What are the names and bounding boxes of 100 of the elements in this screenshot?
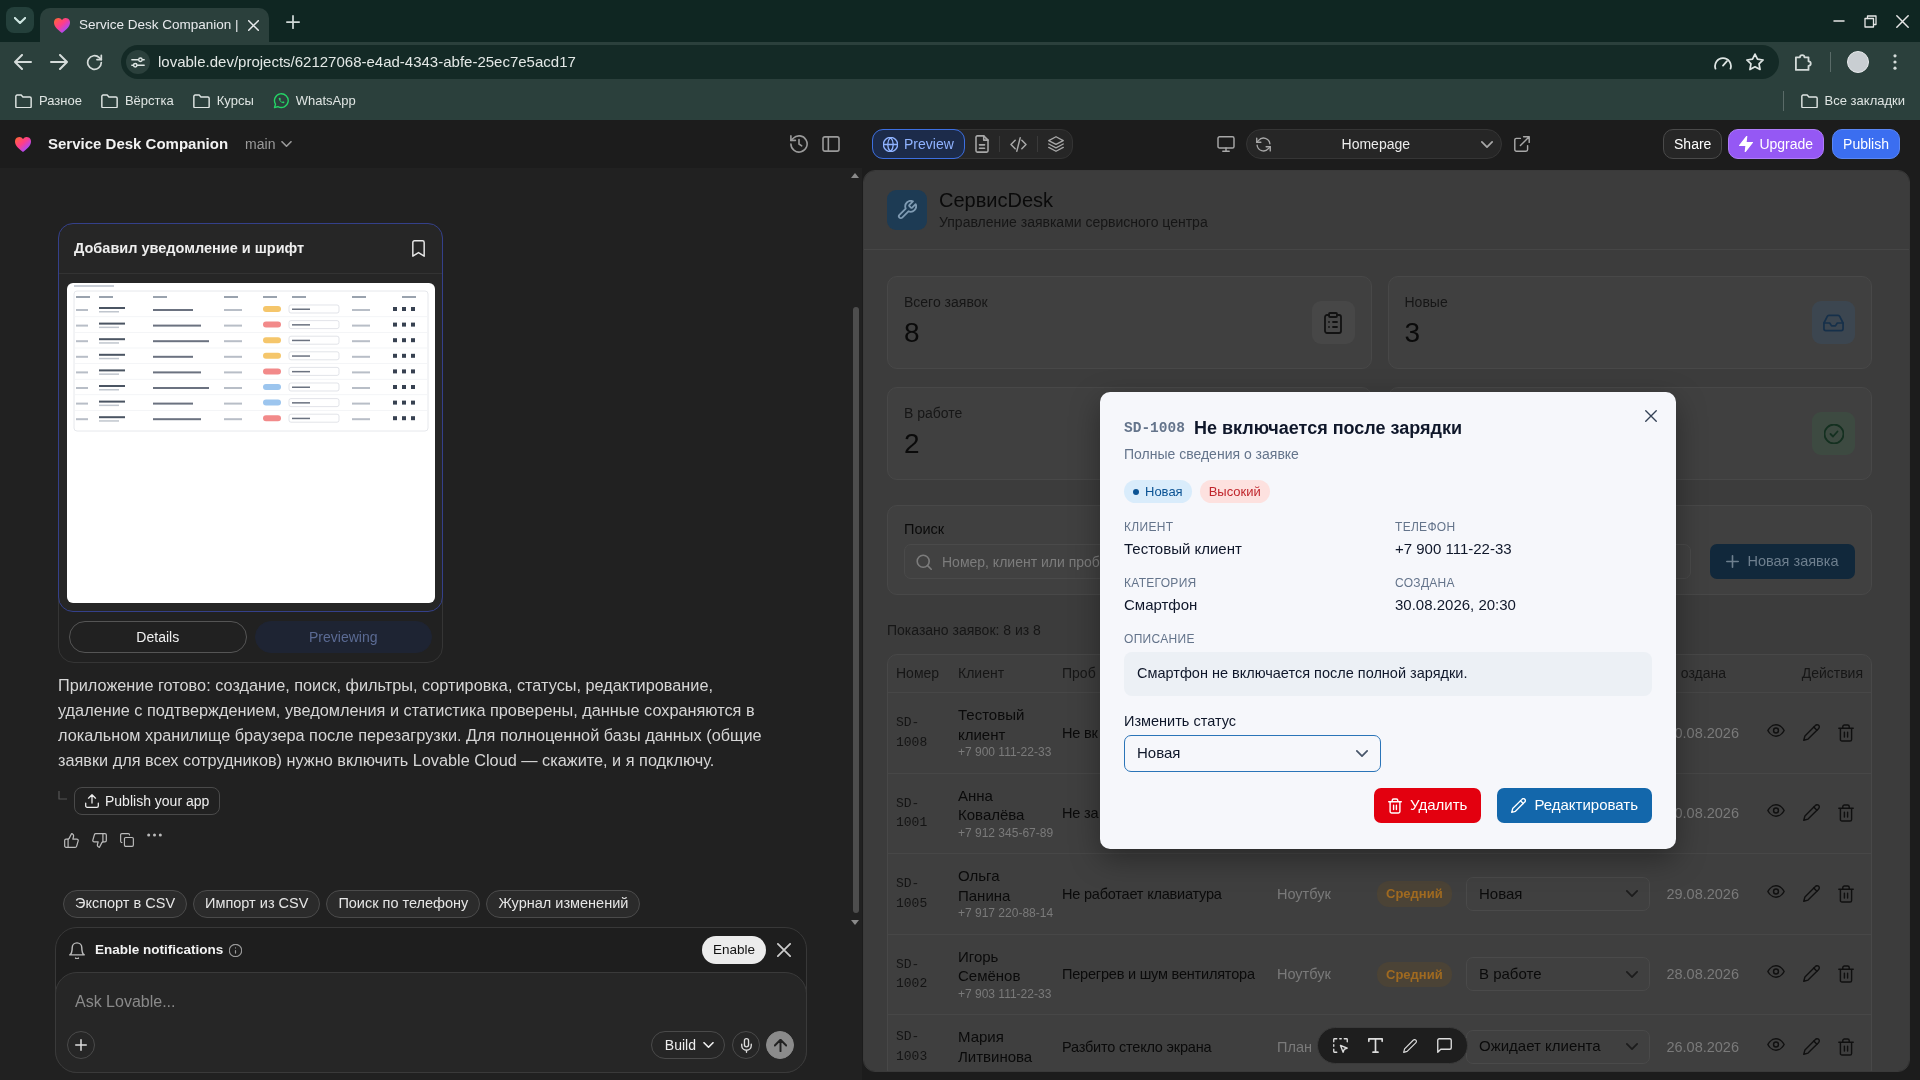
version-title: Добавил уведомление и шрифт — [74, 238, 305, 258]
bookmark-item[interactable]: Курсы — [192, 91, 254, 111]
version-preview-card[interactable]: Добавил уведомление и шрифт — [58, 223, 443, 612]
chat-bubble-icon — [272, 93, 289, 109]
project-name[interactable]: Service Desk Companion — [48, 132, 229, 156]
scroll-up-arrow-icon[interactable] — [851, 173, 859, 178]
suggestion-chip[interactable]: Журнал изменений — [486, 890, 641, 918]
wrench-icon — [887, 190, 927, 230]
date-text: 0.08.2026 — [1674, 805, 1739, 822]
reload-icon[interactable] — [86, 53, 103, 71]
share-button[interactable]: Share — [1663, 129, 1723, 159]
browser-tab[interactable]: Service Desk Companion | — [40, 8, 269, 42]
folder-icon — [100, 94, 118, 108]
upgrade-button[interactable]: Upgrade — [1728, 129, 1825, 159]
priority-badge: Средний — [1377, 881, 1452, 907]
bookmark-item[interactable]: Вёрстка — [100, 91, 174, 111]
enable-button[interactable]: Enable — [701, 936, 766, 964]
edit-button[interactable]: Редактировать — [1497, 788, 1652, 823]
external-link-icon[interactable] — [1513, 136, 1530, 152]
assistant-message: Приложение готово: создание, поиск, фильтры, сортировка, статусы, редактирование, удаление с подтверждением, уведомления и статистика проверены, данные сохраняются в локальном хранилище браузера после перезагрузки. Для полноценной базы данных (общие заявки для всех сотрудников) нужно включить Lovable Cloud — скажите, и я подключу. — [58, 675, 763, 771]
inbox-icon — [1812, 301, 1855, 344]
date-text: 0.08.2026 — [1674, 724, 1739, 741]
category-text: Ноутбук — [1277, 885, 1331, 902]
branch-dropdown[interactable]: main — [245, 133, 293, 155]
lovable-logo-icon[interactable] — [15, 136, 31, 152]
address-bar[interactable]: lovable.dev/projects/62127068-e4ad-4343-abfe-25ec7e5acd17 — [121, 45, 1779, 79]
more-icon[interactable] — [1893, 54, 1897, 70]
left-arrow-icon[interactable] — [14, 54, 32, 70]
plus-icon — [1726, 555, 1740, 568]
field-value: +7 900 111-22-33 — [1395, 539, 1513, 559]
field-value: 30.08.2026, 20:30 — [1395, 595, 1517, 615]
description-box: Смартфон не включается после полной зарядки. — [1124, 652, 1652, 696]
message-input[interactable]: Ask Lovable... — [75, 989, 755, 1015]
status-select[interactable]: Новая — [1124, 735, 1381, 772]
notification-text: Enable notifications — [95, 940, 224, 959]
field-label: ОПИСАНИЕ — [1124, 631, 1196, 648]
chevron-down-icon — [1480, 140, 1493, 148]
new-tab-icon[interactable] — [286, 15, 300, 29]
chevron-down-icon — [14, 16, 26, 24]
suggestion-chip[interactable]: Поиск по телефону — [326, 890, 481, 918]
page-dropdown[interactable]: Homepage — [1245, 129, 1502, 159]
history-icon[interactable] — [790, 135, 808, 153]
field-value: Смартфон — [1124, 595, 1199, 615]
ticket-number: SD-1008 — [1124, 419, 1185, 438]
priority-badge: Высокий — [1199, 480, 1270, 503]
status-label: Изменить статус — [1124, 712, 1238, 731]
delete-button[interactable]: Удалить — [1374, 788, 1482, 823]
preview-tab[interactable]: Preview — [872, 129, 965, 159]
globe-icon — [883, 136, 898, 152]
info-icon[interactable] — [229, 943, 243, 957]
trash-icon — [1388, 797, 1403, 814]
text-icon[interactable] — [1368, 1038, 1383, 1053]
suggestion-chip[interactable]: Импорт из CSV — [193, 890, 321, 918]
select-icon[interactable] — [1333, 1038, 1348, 1053]
favicon-icon — [54, 17, 70, 33]
sidebar-icon[interactable] — [822, 136, 840, 152]
pen-icon[interactable] — [1403, 1038, 1417, 1053]
publish-app-button[interactable]: Publish your app — [74, 787, 221, 815]
gauge-icon[interactable] — [1714, 54, 1732, 70]
folder-icon — [15, 94, 32, 108]
bookmark-item[interactable]: WhatsApp — [272, 91, 356, 111]
publish-button[interactable]: Publish — [1832, 129, 1900, 159]
restore-icon[interactable] — [1864, 14, 1877, 28]
sliders-icon[interactable] — [126, 50, 150, 74]
more-icon[interactable] — [147, 833, 162, 837]
priority-badge: Средний — [1377, 961, 1452, 987]
category-text: Ноутбук — [1277, 966, 1331, 983]
copy-icon[interactable] — [120, 833, 134, 847]
layers-icon[interactable] — [1047, 136, 1064, 152]
monitor-icon[interactable] — [1216, 136, 1235, 152]
chevron-down-icon — [1356, 750, 1368, 757]
bookmark-item[interactable]: Разное — [15, 91, 82, 111]
tab-list-button[interactable] — [6, 7, 34, 33]
refresh-icon[interactable] — [1255, 136, 1271, 152]
all-bookmarks-item[interactable]: Все закладки — [1800, 91, 1905, 111]
lightning-icon — [1739, 136, 1754, 152]
status-text: Новая — [1145, 482, 1183, 501]
puzzle-icon[interactable] — [1795, 53, 1813, 71]
field-label: СОЗДАНА — [1395, 575, 1456, 592]
scrollbar-thumb[interactable] — [853, 307, 859, 913]
suggestion-chip[interactable]: Экспорт в CSV — [63, 890, 188, 918]
star-icon[interactable] — [1746, 53, 1764, 71]
dialog-subtitle: Полные сведения о заявке — [1124, 445, 1300, 464]
avatar-icon[interactable] — [1847, 51, 1869, 73]
send-button[interactable] — [766, 1031, 794, 1059]
bookmark-icon[interactable] — [412, 240, 425, 257]
thumbs-up-icon[interactable] — [64, 833, 79, 848]
code-icon[interactable] — [1009, 136, 1027, 152]
client-phone: +7 912 345-67-89 — [958, 825, 1054, 840]
bell-icon — [69, 941, 85, 959]
date-text: 28.08.2026 — [1666, 966, 1739, 983]
right-arrow-icon[interactable] — [50, 54, 68, 70]
new-ticket-button[interactable]: Новая заявка — [1710, 544, 1855, 579]
folder-icon — [1800, 94, 1818, 108]
close-icon[interactable] — [1645, 410, 1657, 422]
thumbs-down-icon[interactable] — [92, 833, 107, 848]
scroll-down-arrow-icon[interactable] — [851, 920, 859, 925]
field-label: КЛИЕНТ — [1124, 519, 1175, 536]
document-icon[interactable] — [974, 135, 989, 153]
comment-icon[interactable] — [1437, 1038, 1452, 1053]
